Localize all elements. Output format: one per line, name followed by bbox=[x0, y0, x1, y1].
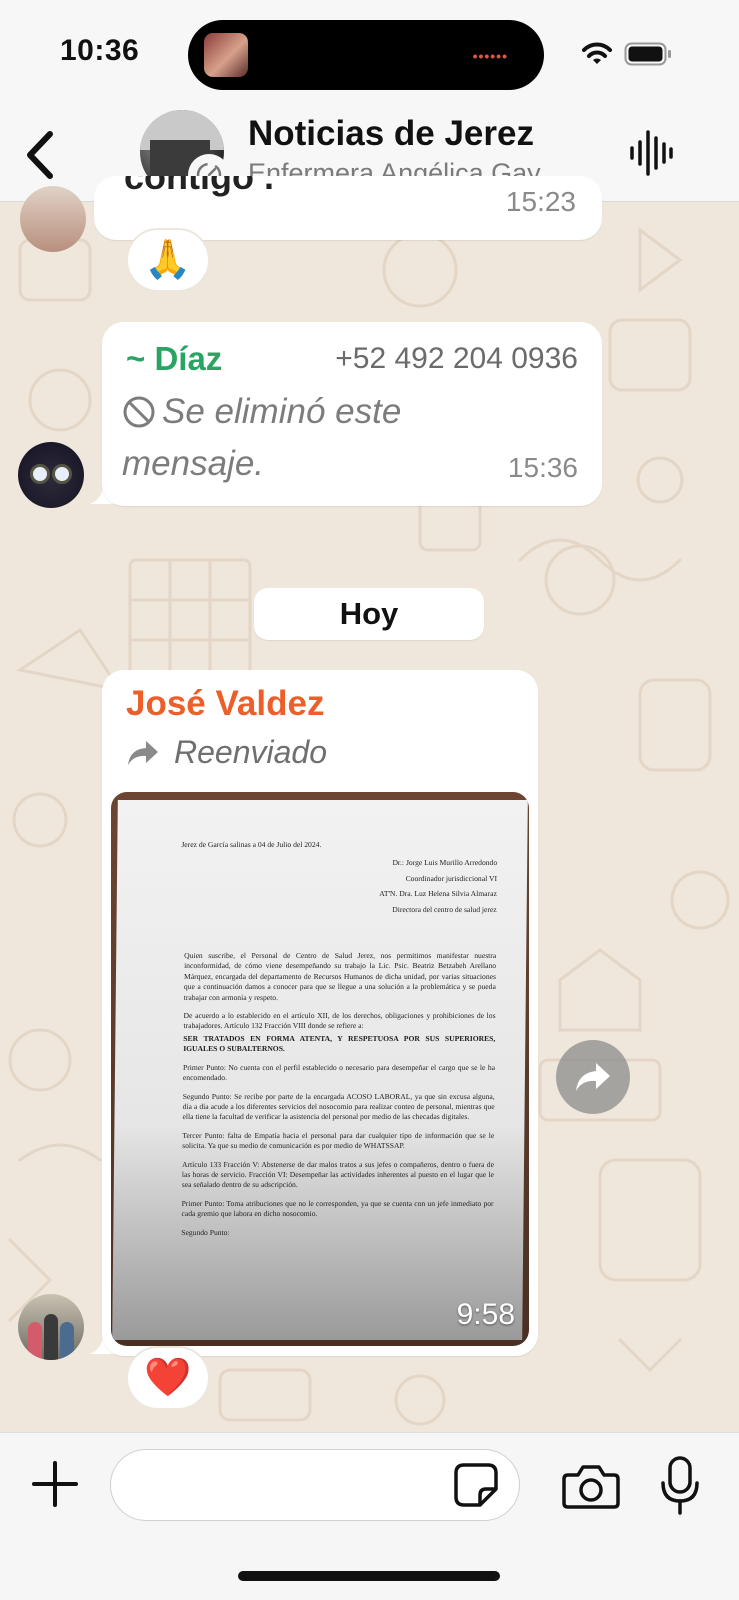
status-time: 10:36 bbox=[60, 34, 140, 67]
doc-paragraph: Quien suscribe, el Personal de Centro de… bbox=[183, 951, 497, 1002]
doc-recipient: Coordinador jurisdiccional VI bbox=[405, 873, 498, 883]
image-attachment[interactable]: Jerez de García salinas a 04 de Julio de… bbox=[111, 792, 529, 1346]
message-text: contigo . bbox=[124, 176, 274, 197]
message-time: 9:58 bbox=[456, 1298, 515, 1331]
message-bubble-image[interactable]: José Valdez Reenviado Jerez de García sa… bbox=[102, 670, 538, 1356]
now-playing-thumbnail bbox=[204, 33, 248, 77]
doc-date-line: Jerez de García salinas a 04 de Julio de… bbox=[181, 840, 322, 849]
forward-button[interactable] bbox=[556, 1040, 630, 1114]
sender-avatar-diaz[interactable] bbox=[18, 442, 84, 508]
deleted-icon bbox=[123, 396, 155, 428]
deleted-message: Se eliminó este mensaje. bbox=[122, 386, 482, 490]
forwarded-text: Reenviado bbox=[174, 734, 327, 770]
sender-phone[interactable]: +52 492 204 0936 bbox=[335, 342, 578, 376]
battery-icon bbox=[624, 42, 671, 66]
doc-recipient: Dr.: Jorge Luis Murillo Arredondo bbox=[392, 858, 498, 868]
sender-name[interactable]: ~ Díaz bbox=[126, 340, 222, 378]
wifi-icon bbox=[582, 42, 612, 64]
back-button[interactable] bbox=[18, 126, 62, 184]
voice-chat-icon[interactable] bbox=[628, 128, 674, 178]
sticker-icon[interactable] bbox=[452, 1461, 500, 1509]
doc-recipient: AT'N. Dra. Luz Helena Silvia Almaraz bbox=[379, 889, 497, 899]
status-bar: 10:36 •••••• bbox=[0, 0, 739, 108]
doc-paragraph: De acuerdo a lo establecido en el artícu… bbox=[183, 1011, 496, 1031]
sender-avatar-jose[interactable] bbox=[18, 1294, 84, 1360]
deleted-message-text: Se eliminó este mensaje. bbox=[122, 392, 402, 483]
chat-title[interactable]: Noticias de Jerez bbox=[248, 114, 534, 154]
sender-name[interactable]: José Valdez bbox=[126, 684, 324, 724]
doc-paragraph: Segundo Punto: bbox=[181, 1227, 230, 1237]
doc-paragraph: Primer Punto: Toma atribuciones que no l… bbox=[181, 1198, 494, 1219]
message-composer bbox=[0, 1432, 739, 1600]
message-reaction[interactable]: ❤️ bbox=[126, 1346, 210, 1410]
document-photo: Jerez de García salinas a 04 de Julio de… bbox=[112, 800, 528, 1340]
dynamic-island: •••••• bbox=[188, 20, 544, 90]
island-activity-dots: •••••• bbox=[472, 48, 508, 64]
forward-icon bbox=[576, 1063, 610, 1091]
doc-paragraph: Primer Punto: No cuenta con el perfil es… bbox=[182, 1062, 496, 1083]
camera-icon[interactable] bbox=[562, 1461, 620, 1511]
sender-avatar[interactable] bbox=[20, 186, 86, 252]
doc-paragraph: Artículo 133 Fracción V: Abstenerse de d… bbox=[181, 1159, 495, 1190]
message-reaction[interactable]: 🙏 bbox=[126, 228, 210, 292]
doc-paragraph: Segundo Punto: Se recibe por parte de la… bbox=[182, 1091, 495, 1122]
doc-recipient: Directora del centro de salud jerez bbox=[392, 904, 497, 914]
message-time: 15:36 bbox=[507, 452, 578, 483]
plus-icon[interactable] bbox=[30, 1459, 80, 1509]
doc-paragraph-bold: SER TRATADOS EN FORMA ATENTA, Y RESPETUO… bbox=[183, 1033, 496, 1054]
forwarded-icon bbox=[128, 740, 158, 765]
forwarded-label: Reenviado bbox=[126, 734, 327, 771]
microphone-icon[interactable] bbox=[660, 1455, 700, 1517]
doc-paragraph: Tercer Punto: falta de Empatía hacia el … bbox=[182, 1130, 495, 1151]
message-bubble-deleted[interactable]: ~ Díaz +52 492 204 0936 Se eliminó este … bbox=[102, 322, 602, 506]
message-time: 15:23 bbox=[505, 186, 576, 217]
date-separator: Hoy bbox=[254, 588, 484, 640]
home-indicator[interactable] bbox=[238, 1571, 500, 1581]
